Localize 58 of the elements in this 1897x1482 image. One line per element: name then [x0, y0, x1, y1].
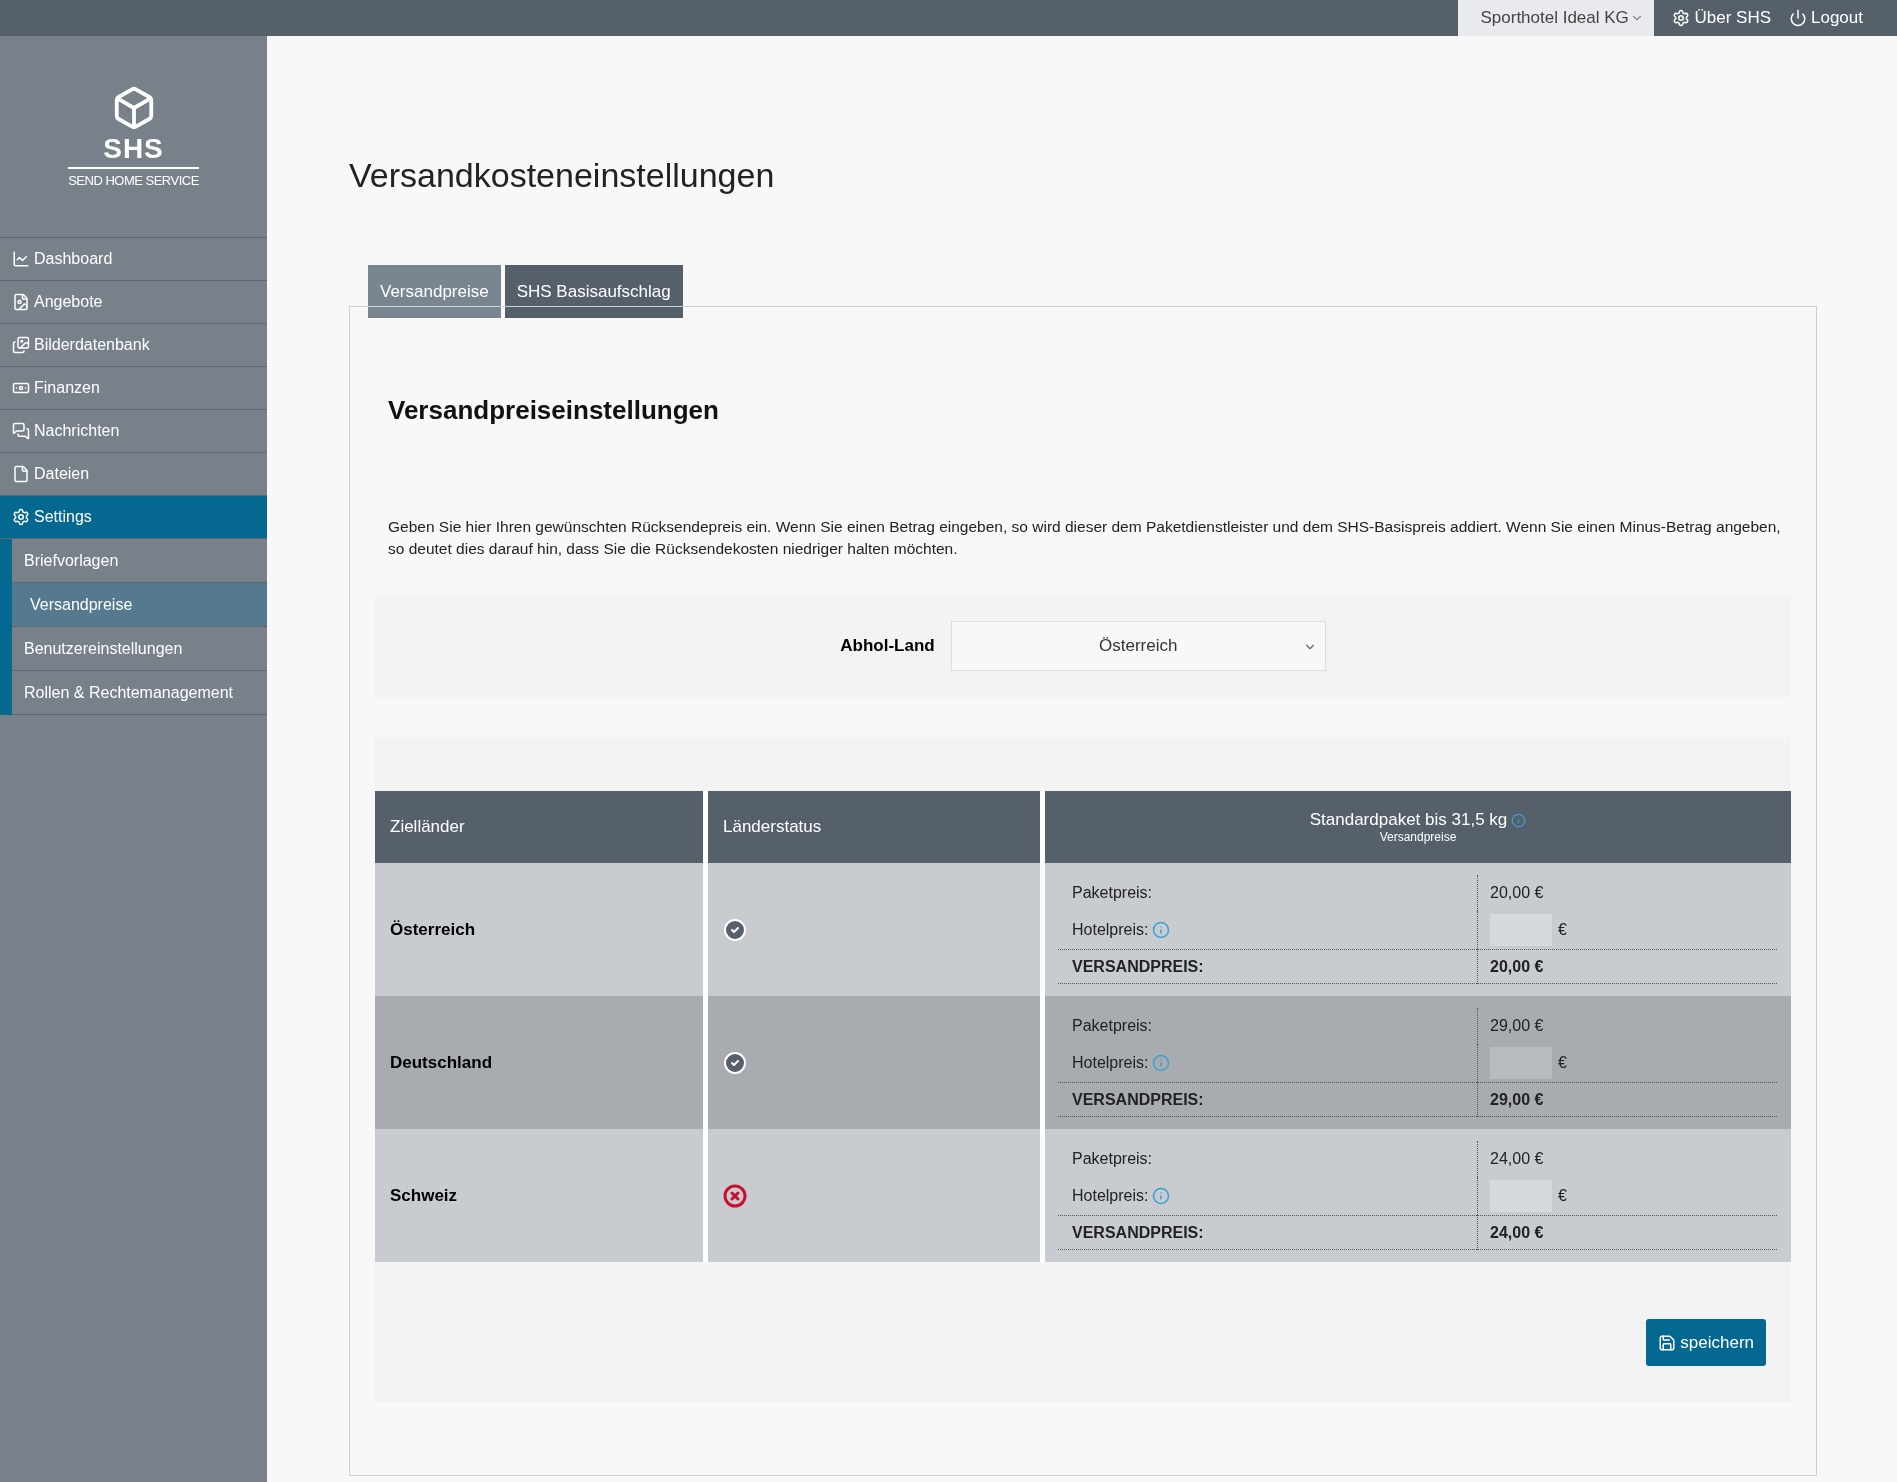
price-value: 24,00 € — [1490, 1150, 1544, 1168]
price-label: Paketpreis: — [1072, 1150, 1153, 1168]
pickup-label: Abhol-Land — [840, 636, 935, 656]
price-value: 20,00 € — [1490, 884, 1544, 902]
sidebar-item[interactable]: Dashboard — [0, 238, 267, 281]
total-value: 24,00 € — [1490, 1223, 1544, 1242]
document-icon — [12, 293, 30, 311]
sidebar-item[interactable]: Nachrichten — [0, 410, 267, 453]
info-icon[interactable] — [1152, 921, 1171, 939]
pickup-select[interactable]: Österreich — [950, 621, 1326, 671]
top-link[interactable]: Über SHS — [1672, 8, 1771, 28]
sidebar-item[interactable]: Settings — [0, 496, 267, 539]
page-title: Versandkosteneinstellungen — [349, 156, 776, 195]
images-icon — [12, 336, 30, 354]
info-icon[interactable] — [1152, 1187, 1171, 1205]
total-value: 29,00 € — [1490, 1090, 1544, 1109]
header-title: Standardpaket bis 31,5 kg — [1309, 810, 1508, 830]
file-icon — [12, 465, 30, 483]
country-name: Schweiz — [390, 1185, 458, 1206]
currency-text: € — [1558, 921, 1567, 939]
power-icon — [1789, 9, 1807, 27]
column-header: Zielländer — [375, 791, 703, 863]
column-header: Länderstatus — [708, 791, 1040, 863]
total-label: VERSANDPREIS: — [1072, 1090, 1204, 1109]
country-name: Österreich — [390, 919, 476, 940]
sidebar-item[interactable]: Angebote — [0, 281, 267, 324]
description-text: Geben Sie hier Ihren gewünschten Rücksendepreis ein. Wenn Sie einen Betrag eingeben, so wird dieser dem Paketdienstleister und dem SHS-Basispreis addiert. Wenn Sie einen Minus-Betrag angeben, so deutet dies darauf hin, dass Sie die Rücksendekosten niedriger halten möchten. — [388, 517, 1782, 559]
sidebar-subitem[interactable]: Versandpreise — [12, 583, 267, 627]
sidebar-item[interactable]: Finanzen — [0, 367, 267, 410]
save-button[interactable]: speichern — [1646, 1319, 1766, 1366]
info-icon[interactable] — [1152, 1054, 1171, 1072]
tab[interactable]: SHS Basisaufschlag — [504, 265, 683, 318]
settings-icon — [12, 508, 30, 526]
currency-text: € — [1558, 1054, 1567, 1072]
currency-text: € — [1558, 1187, 1567, 1205]
total-label: VERSANDPREIS: — [1072, 1223, 1204, 1242]
info-icon[interactable] — [1511, 812, 1527, 828]
price-label: Hotelpreis: — [1072, 1187, 1149, 1205]
tab[interactable]: Versandpreise — [368, 265, 501, 318]
header-subtitle: Versandpreise — [1379, 830, 1457, 844]
logo-title: SHS — [103, 133, 164, 165]
price-label: Hotelpreis: — [1072, 921, 1149, 939]
price-value: 29,00 € — [1490, 1017, 1544, 1035]
total-label: VERSANDPREIS: — [1072, 957, 1204, 976]
price-label: Paketpreis: — [1072, 884, 1153, 902]
section-title: Versandpreiseinstellungen — [388, 395, 720, 426]
chat-icon — [12, 422, 30, 440]
top-link[interactable]: Logout — [1789, 8, 1863, 28]
settings-icon — [1672, 9, 1691, 27]
sidebar-item[interactable]: Bilderdatenbank — [0, 324, 267, 367]
country-name: Deutschland — [390, 1052, 493, 1073]
company-select[interactable]: Sporthotel Ideal KG — [1458, 0, 1655, 36]
chart-icon — [12, 250, 30, 268]
total-value: 20,00 € — [1490, 957, 1544, 976]
price-label: Paketpreis: — [1072, 1017, 1153, 1035]
save-icon — [1658, 1333, 1677, 1352]
logo-subtitle: SEND HOME SERVICE — [68, 167, 199, 188]
price-label: Hotelpreis: — [1072, 1054, 1149, 1072]
